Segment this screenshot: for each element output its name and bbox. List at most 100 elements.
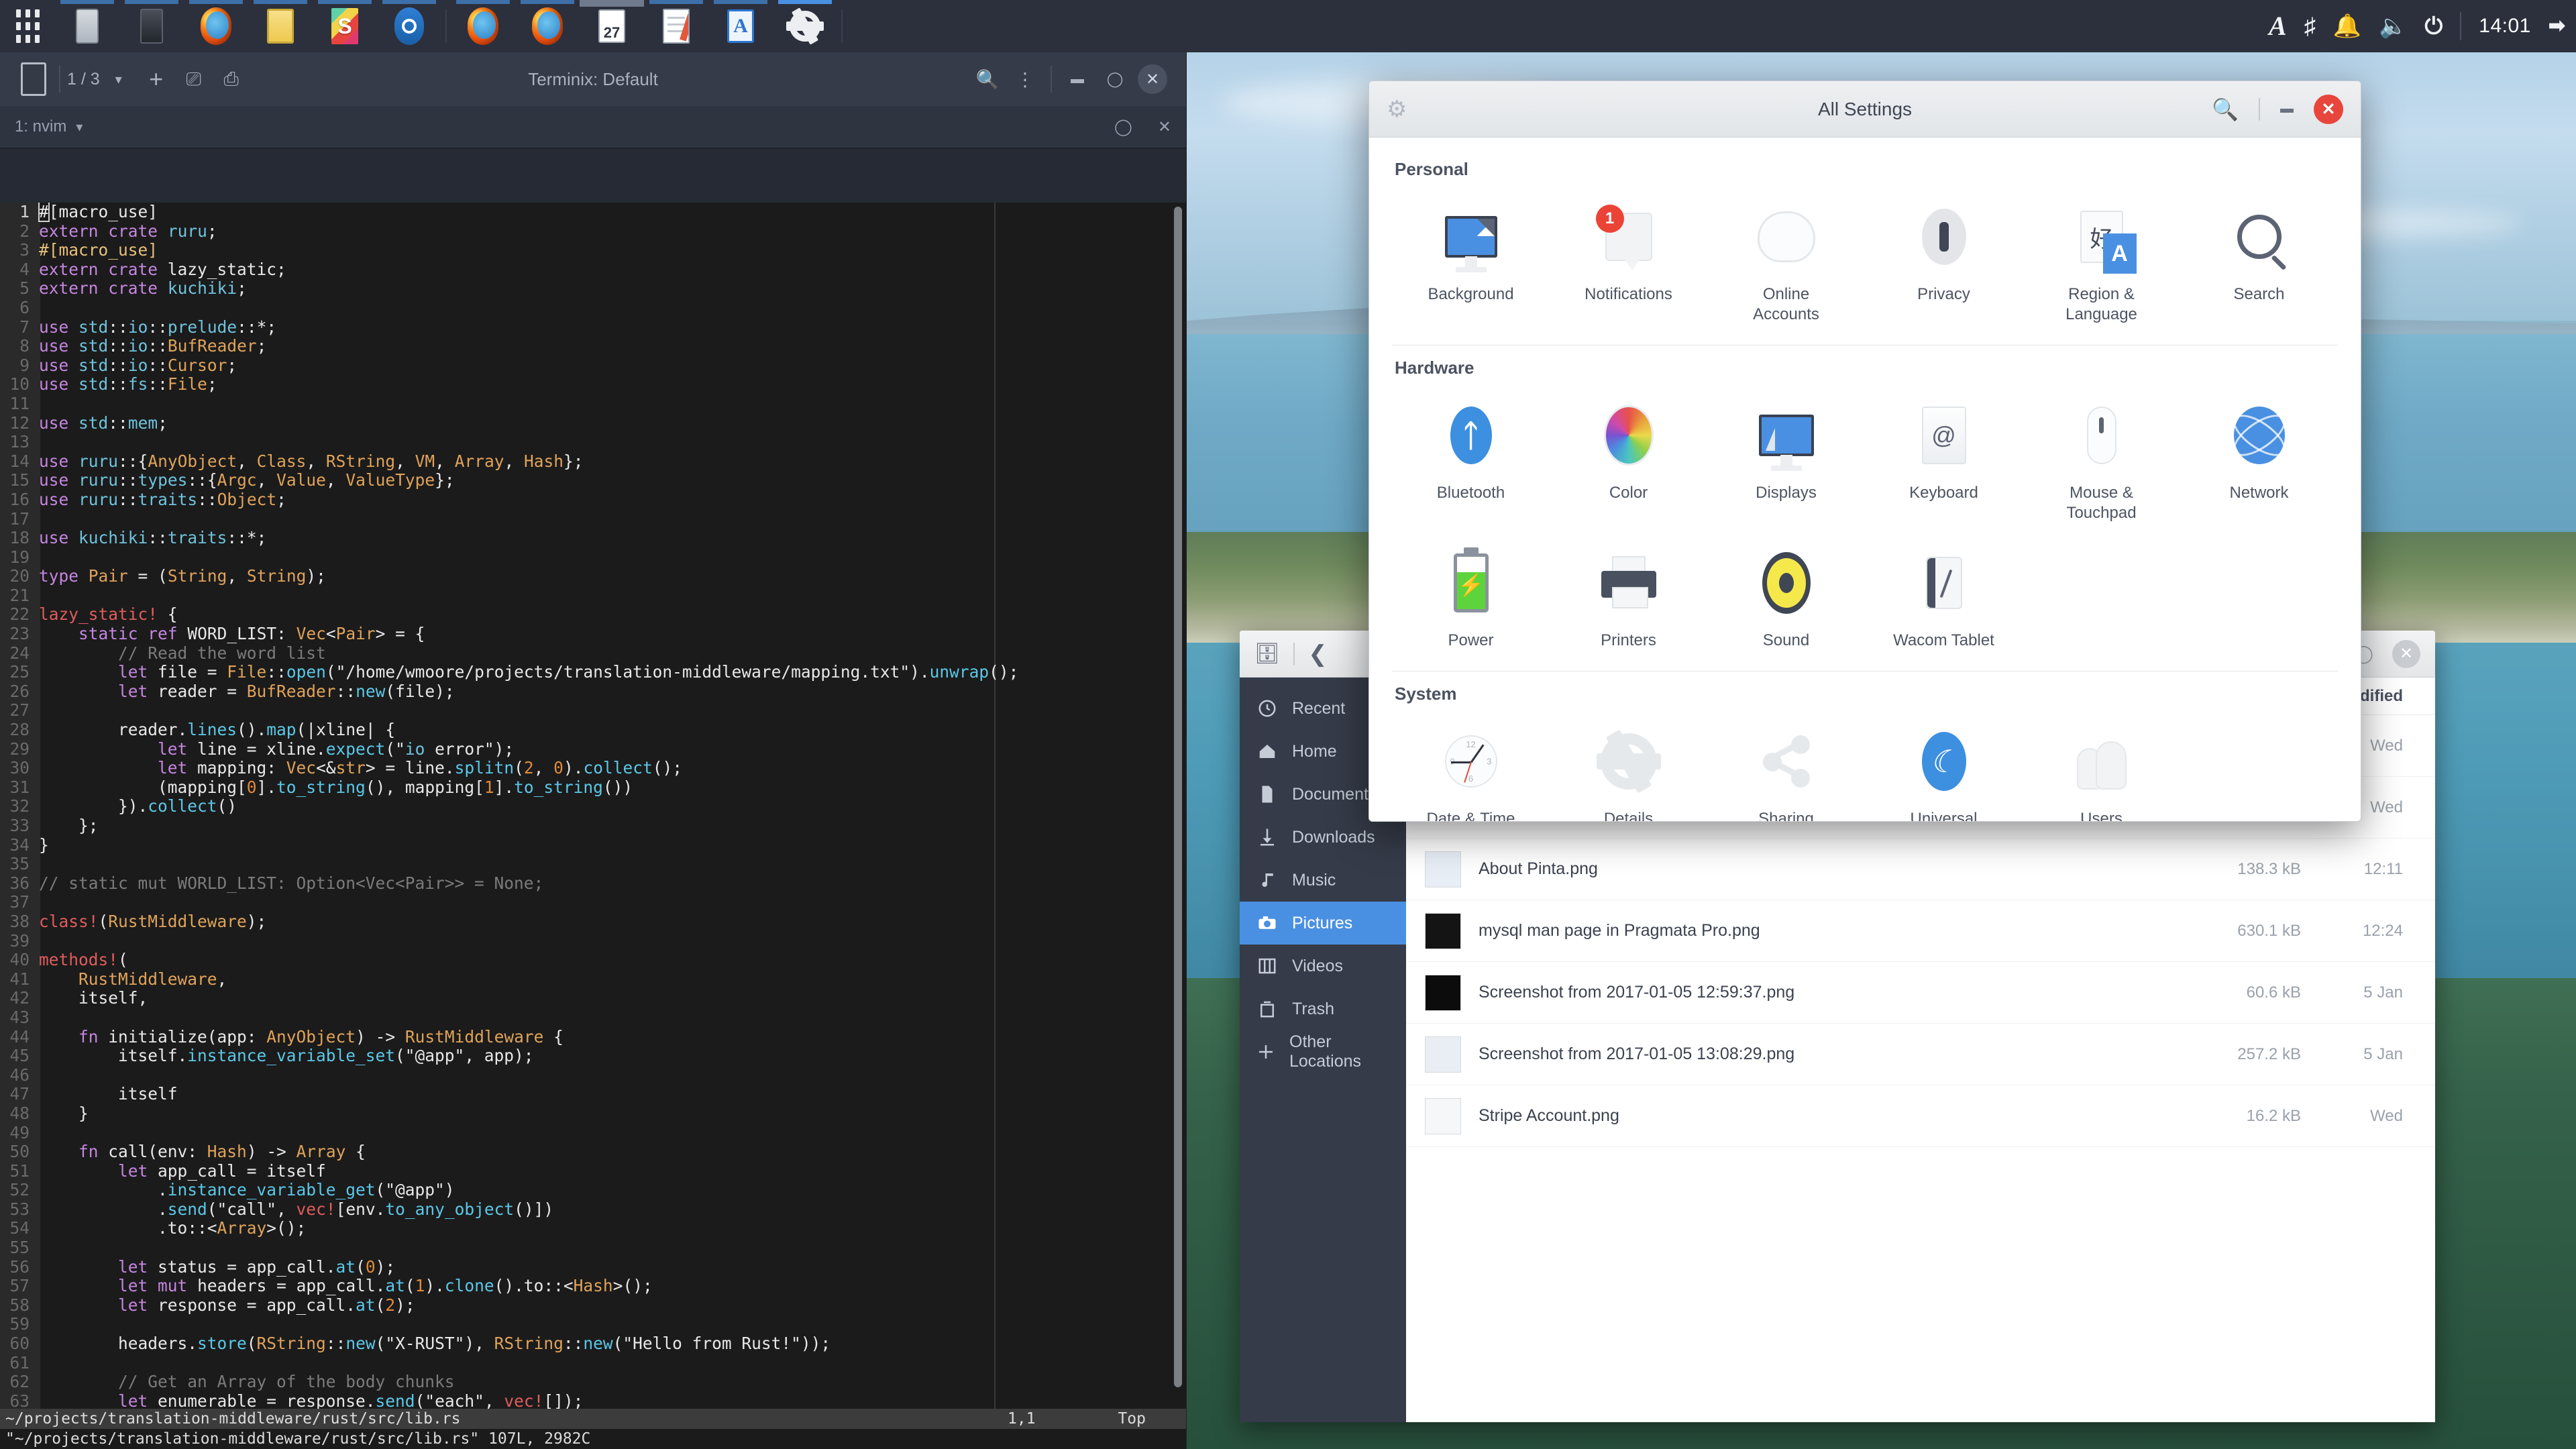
taskbar-item-firefox-3[interactable] — [515, 0, 580, 52]
settings-item-network[interactable]: Network — [2180, 388, 2338, 533]
settings-item-label: Privacy — [1917, 284, 1970, 305]
sidebar-item-pictures[interactable]: Pictures — [1240, 902, 1406, 945]
firefox-icon — [532, 7, 563, 45]
minimize-icon[interactable]: ▬ — [1059, 60, 1096, 98]
settings-item-label: Notifications — [1585, 284, 1672, 305]
settings-item-displays[interactable]: Displays — [1707, 388, 1865, 533]
settings-item-label: Users — [2080, 809, 2123, 822]
terminal-tab-label[interactable]: 1: nvim — [15, 117, 66, 136]
back-icon[interactable]: ❮ — [1308, 641, 1328, 667]
settings-item-printers[interactable]: Printers — [1550, 535, 1707, 660]
minimize-icon[interactable]: ▬ — [2280, 101, 2294, 117]
settings-item-region-language[interactable]: 好A Region & Language — [2023, 189, 2180, 334]
file-row[interactable]: Screenshot from 2017-01-05 12:59:37.png 6… — [1406, 962, 2435, 1024]
trash-icon — [1256, 998, 1279, 1020]
accessibility-icon: ☾ — [1922, 732, 1966, 791]
network-icon[interactable]: ♯ — [2304, 15, 2316, 38]
taskbar-item-dark-app[interactable] — [119, 0, 184, 52]
settings-item-universal-access[interactable]: ☾ Universal Access — [1865, 714, 2023, 822]
search-icon[interactable]: 🔍 — [969, 60, 1006, 98]
sidebar-item-downloads[interactable]: Downloads — [1240, 816, 1406, 859]
close-icon[interactable]: ✕ — [2314, 95, 2343, 124]
settings-item-power[interactable]: ⚡ Power — [1392, 535, 1550, 660]
sublime-text-icon — [331, 8, 358, 44]
region-language-icon: 好A — [2080, 211, 2123, 263]
hamburger-icon[interactable]: ⋮ — [1006, 60, 1044, 98]
sidebar-item-music[interactable]: Music — [1240, 859, 1406, 902]
taskbar-item-sublime-text[interactable] — [313, 0, 377, 52]
settings-item-sharing[interactable]: Sharing — [1707, 714, 1865, 822]
display-icon — [1759, 415, 1814, 456]
split-horizontal-icon[interactable]: ⎚ — [175, 60, 213, 98]
session-counter[interactable]: 1 / 3 — [67, 70, 100, 89]
tab-maximize-icon[interactable]: ◯ — [1114, 117, 1132, 137]
settings-grid-spacer — [2023, 535, 2180, 660]
search-icon[interactable]: 🔍 — [2212, 97, 2239, 122]
chevron-down-icon[interactable]: ▾ — [76, 119, 83, 136]
volume-icon[interactable]: 🔈 — [2379, 15, 2407, 38]
terminal-pane[interactable]: 1 #[macro_use] 2 extern crate ruru; 3 #[macro… — [0, 203, 1186, 1449]
vim-editor-text[interactable]: 1 #[macro_use] 2 extern crate ruru; 3 #[macro… — [0, 203, 1186, 1409]
close-icon[interactable]: ✕ — [2392, 640, 2420, 668]
sidebar-item-label: Trash — [1292, 1000, 1334, 1019]
sidebar-item-other-locations[interactable]: Other Locations — [1240, 1030, 1406, 1073]
settings-grid-system: 12 3 6 9 Date & Time Details — [1392, 714, 2338, 822]
add-session-button[interactable]: + — [138, 60, 175, 98]
settings-item-privacy[interactable]: Privacy — [1865, 189, 2023, 334]
settings-item-users[interactable]: Users — [2023, 714, 2180, 822]
settings-item-label: Bluetooth — [1437, 483, 1505, 503]
titlebar-divider — [2259, 98, 2260, 121]
sidebar-item-label: Home — [1292, 742, 1337, 761]
maximize-icon[interactable]: ◯ — [1096, 60, 1134, 98]
file-cabinet-icon[interactable]: 🗄 — [1254, 642, 1280, 665]
settings-item-label: Sound — [1763, 631, 1809, 651]
settings-item-bluetooth[interactable]: ᛏ Bluetooth — [1392, 388, 1550, 533]
sidebar-item-videos[interactable]: Videos — [1240, 945, 1406, 987]
settings-body: Personal Background 1 Notifications Onli… — [1369, 138, 2361, 822]
chevron-down-icon[interactable]: ▾ — [100, 60, 138, 98]
taskbar-item-settings[interactable] — [773, 0, 837, 52]
taskbar-item-firefox-2[interactable] — [451, 0, 515, 52]
settings-item-mouse-touchpad[interactable]: Mouse & Touchpad — [2023, 388, 2180, 533]
settings-item-color[interactable]: Color — [1550, 388, 1707, 533]
logout-icon[interactable]: ➡ — [2548, 16, 2565, 36]
settings-item-date-time[interactable]: 12 3 6 9 Date & Time — [1392, 714, 1550, 822]
gear-icon[interactable]: ⚙ — [1387, 96, 1407, 123]
file-name: Stripe Account.png — [1479, 1106, 2127, 1126]
settings-item-search[interactable]: Search — [2180, 189, 2338, 334]
settings-item-sound[interactable]: Sound — [1707, 535, 1865, 660]
app-grid-launcher[interactable] — [0, 0, 55, 52]
input-method-icon[interactable]: A — [2269, 13, 2287, 40]
settings-item-wacom-tablet[interactable]: Wacom Tablet — [1865, 535, 2023, 660]
download-icon — [1256, 826, 1279, 849]
sessions-icon[interactable] — [15, 60, 52, 98]
power-icon[interactable]: ⏻ — [2424, 15, 2443, 38]
settings-item-background[interactable]: Background — [1392, 189, 1550, 334]
settings-item-online-accounts[interactable]: Online Accounts — [1707, 189, 1865, 334]
file-row[interactable]: About Pinta.png 138.3 kB 12:11 — [1406, 839, 2435, 900]
section-divider — [1392, 671, 2338, 672]
clock[interactable]: 14:01 — [2479, 15, 2531, 38]
close-icon[interactable]: ✕ — [1138, 64, 1167, 94]
sidebar-item-trash[interactable]: Trash — [1240, 987, 1406, 1030]
settings-item-details[interactable]: Details — [1550, 714, 1707, 822]
taskbar-item-calendar[interactable]: 27 — [580, 0, 644, 52]
file-row[interactable]: Stripe Account.png 16.2 kB Wed — [1406, 1085, 2435, 1147]
split-vertical-icon[interactable]: ⎙ — [213, 60, 250, 98]
tab-close-icon[interactable]: ✕ — [1158, 117, 1171, 137]
file-thumbnail — [1425, 913, 1461, 949]
file-row[interactable]: mysql man page in Pragmata Pro.png 630.1 … — [1406, 900, 2435, 962]
terminal-scrollbar[interactable] — [1174, 207, 1182, 1387]
taskbar-item-file-cabinet[interactable] — [55, 0, 119, 52]
taskbar-item-1password[interactable] — [377, 0, 441, 52]
bell-icon[interactable]: 🔔 — [2333, 15, 2361, 38]
taskbar-item-atom[interactable]: A — [708, 0, 773, 52]
file-thumbnail — [1425, 1036, 1461, 1073]
settings-item-keyboard[interactable]: @ Keyboard — [1865, 388, 2023, 533]
taskbar-item-notes[interactable] — [644, 0, 708, 52]
settings-item-notifications[interactable]: 1 Notifications — [1550, 189, 1707, 334]
taskbar-item-firefox[interactable] — [184, 0, 248, 52]
taskbar-item-file-manager[interactable] — [248, 0, 313, 52]
notes-icon — [663, 9, 690, 44]
file-row[interactable]: Screenshot from 2017-01-05 13:08:29.png 2… — [1406, 1024, 2435, 1085]
